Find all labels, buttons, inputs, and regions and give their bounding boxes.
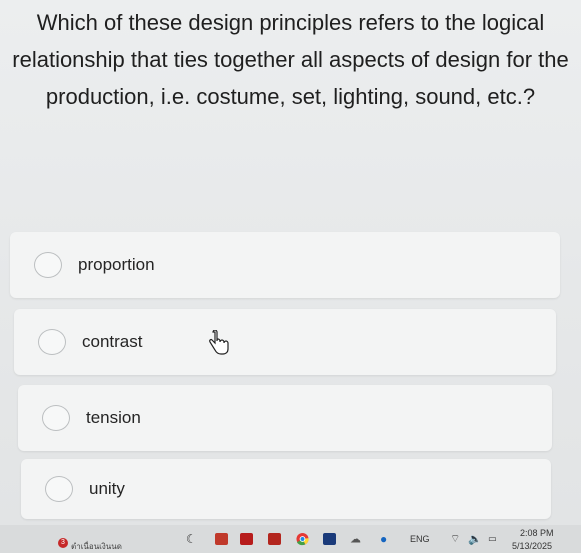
hand-cursor-icon [209, 330, 229, 355]
wifi-icon[interactable]: ⌔ [450, 532, 460, 546]
option-unity[interactable]: unity [21, 459, 551, 519]
app-icon[interactable] [240, 533, 253, 545]
speaker-icon[interactable]: 🔈 [468, 533, 482, 546]
radio-button[interactable] [34, 252, 62, 278]
option-tension[interactable]: tension [18, 385, 552, 451]
clock-date[interactable]: 5/13/2025 [512, 541, 552, 551]
language-indicator[interactable]: ENG [410, 534, 430, 544]
app-icon[interactable] [268, 533, 281, 545]
quiz-area: Which of these design principles refers … [0, 0, 581, 525]
taskbar: 3 ตำเนื่อนเงินนด ☾ ☁ ● ENG ⌔ 🔈 ▭ 2:08 PM… [0, 525, 581, 553]
question-text: Which of these design principles refers … [12, 10, 569, 109]
notification-text[interactable]: ตำเนื่อนเงินนด [71, 540, 122, 553]
cloud-icon[interactable]: ☁ [350, 533, 361, 546]
chrome-icon[interactable] [296, 532, 309, 546]
radio-button[interactable] [38, 329, 66, 355]
battery-icon[interactable]: ▭ [488, 534, 497, 545]
option-proportion[interactable]: proportion [10, 232, 560, 298]
option-label: proportion [78, 255, 155, 274]
option-label: contrast [82, 332, 143, 351]
info-icon[interactable]: ● [380, 532, 387, 546]
radio-button[interactable] [42, 405, 70, 431]
app-icon[interactable] [323, 533, 336, 545]
c-icon[interactable]: ☾ [186, 532, 197, 546]
app-icon[interactable] [215, 533, 228, 545]
clock-time[interactable]: 2:08 PM [520, 528, 554, 538]
option-label: tension [86, 408, 141, 427]
radio-button[interactable] [45, 476, 73, 502]
option-contrast[interactable]: contrast [14, 309, 556, 375]
notification-badge[interactable]: 3 [58, 538, 68, 548]
option-label: unity [89, 479, 125, 498]
